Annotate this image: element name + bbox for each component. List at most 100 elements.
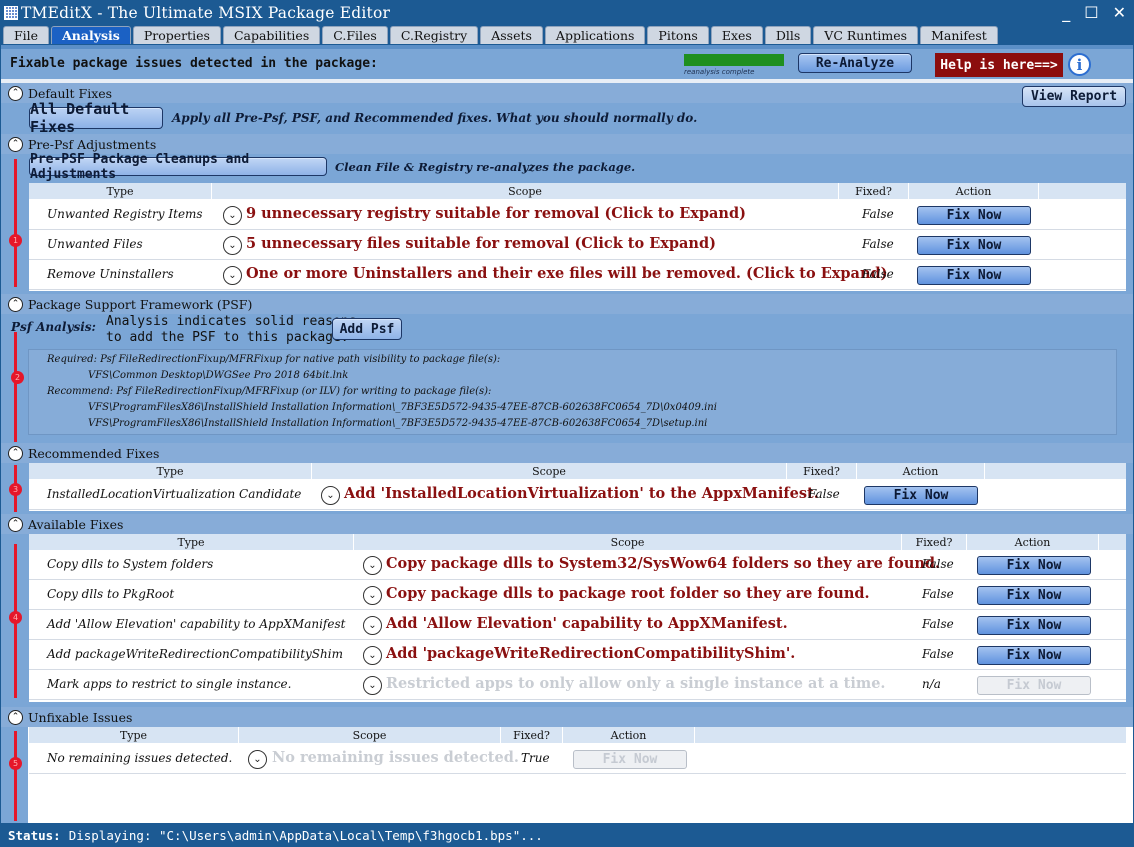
row-scope[interactable]: Add 'packageWriteRedirectionCompatibilit… (386, 645, 795, 662)
psf-line: Required: Psf FileRedirectionFixup/MFRFi… (47, 354, 501, 365)
chevron-down-icon[interactable]: ⌄ (363, 616, 382, 635)
chevron-down-icon[interactable]: ⌄ (363, 586, 382, 605)
tab-cfiles[interactable]: C.Files (322, 26, 388, 44)
chevron-up-icon[interactable]: ⌃ (8, 85, 23, 101)
tab-cregistry[interactable]: C.Registry (389, 26, 479, 44)
tab-exes[interactable]: Exes (710, 26, 763, 44)
tab-pitons[interactable]: Pitons (647, 26, 709, 44)
title-bar: TMEditX - The Ultimate MSIX Package Edit… (0, 0, 1134, 25)
row-scope[interactable]: One or more Uninstallers and their exe f… (246, 265, 888, 282)
section-available: ⌃ Available Fixes (1, 514, 1133, 534)
marker-line (14, 731, 17, 821)
fix-now-button[interactable]: Fix Now (917, 206, 1031, 225)
psf-line: VFS\ProgramFilesX86\InstallShield Instal… (88, 402, 717, 413)
chevron-down-icon[interactable]: ⌄ (363, 556, 382, 575)
section-default-fixes: ⌃ Default Fixes (1, 83, 1133, 103)
tab-analysis[interactable]: Analysis (51, 26, 131, 44)
row-scope[interactable]: Copy package dlls to package root folder… (386, 585, 870, 602)
chevron-down-icon[interactable]: ⌄ (223, 266, 242, 285)
maximize-button[interactable]: ☐ (1084, 3, 1098, 22)
marker-line (14, 159, 17, 287)
col-type: Type (29, 534, 354, 550)
pre-psf-table: Type Scope Fixed? Action Unwanted Regist… (29, 183, 1126, 291)
tab-assets[interactable]: Assets (480, 26, 543, 44)
table-row: Copy dlls to PkgRoot ⌄ Copy package dlls… (29, 580, 1126, 610)
tab-capabilities[interactable]: Capabilities (222, 26, 321, 44)
section-title: Default Fixes (28, 85, 113, 101)
table-row: Unwanted Files ⌄ 5 unnecessary files sui… (29, 230, 1126, 260)
psf-line: VFS\Common Desktop\DWGSee Pro 2018 64bit… (88, 370, 349, 381)
tab-applications[interactable]: Applications (544, 26, 646, 44)
analysis-panel: Fixable package issues detected in the p… (1, 45, 1133, 826)
row-fixed: True (521, 751, 550, 765)
row-type: InstalledLocationVirtualization Candidat… (47, 487, 302, 501)
unfixable-body: 5 Type Scope Fixed? Action No remaining … (1, 727, 1133, 826)
chevron-down-icon[interactable]: ⌄ (223, 236, 242, 255)
tab-properties[interactable]: Properties (132, 26, 221, 44)
tab-manifest[interactable]: Manifest (920, 26, 998, 44)
add-psf-button[interactable]: Add Psf (332, 318, 402, 340)
reanalysis-progress-bar (684, 54, 784, 66)
status-bar: Status: Displaying: "C:\Users\admin\AppD… (0, 823, 1134, 847)
chevron-up-icon[interactable]: ⌃ (8, 445, 23, 461)
reanalyze-button[interactable]: Re-Analyze (798, 53, 912, 73)
tab-vc-runtimes[interactable]: VC Runtimes (813, 26, 919, 44)
info-icon[interactable]: i (1068, 53, 1091, 76)
col-fixed: Fixed? (501, 727, 563, 743)
tab-file[interactable]: File (3, 26, 50, 44)
help-button[interactable]: Help is here==> (935, 53, 1063, 77)
marker-badge: 3 (9, 483, 22, 496)
chevron-down-icon[interactable]: ⌄ (248, 750, 267, 769)
chevron-down-icon[interactable]: ⌄ (321, 486, 340, 505)
pre-psf-cleanup-button[interactable]: Pre-PSF Package Cleanups and Adjustments (29, 152, 327, 182)
row-scope[interactable]: 5 unnecessary files suitable for removal… (246, 235, 716, 252)
close-button[interactable]: ✕ (1113, 3, 1126, 22)
chevron-up-icon[interactable]: ⌃ (8, 136, 23, 152)
row-scope[interactable]: Add 'InstalledLocationVirtualization' to… (344, 485, 819, 502)
progress-text: reanalysis complete (684, 68, 755, 76)
fix-now-button[interactable]: Fix Now (977, 556, 1091, 575)
fix-now-button[interactable]: Fix Now (977, 616, 1091, 635)
fix-now-button[interactable]: Fix Now (917, 266, 1031, 285)
section-unfixable: ⌃ Unfixable Issues (1, 707, 1133, 727)
marker-badge: 1 (9, 234, 22, 247)
fix-now-button[interactable]: Fix Now (977, 586, 1091, 605)
chevron-up-icon[interactable]: ⌃ (8, 709, 23, 725)
fix-now-button: Fix Now (573, 750, 687, 769)
recommended-table: Type Scope Fixed? Action InstalledLocati… (29, 463, 1126, 511)
unfixable-table: Type Scope Fixed? Action No remaining is… (29, 727, 1126, 775)
fix-now-button: Fix Now (977, 676, 1091, 695)
table-row: Add 'Allow Elevation' capability to AppX… (29, 610, 1126, 640)
chevron-up-icon[interactable]: ⌃ (8, 296, 23, 312)
chevron-up-icon[interactable]: ⌃ (8, 516, 23, 532)
chevron-down-icon[interactable]: ⌄ (223, 206, 242, 225)
psf-body: 2 Psf Analysis: Analysis indicates solid… (1, 314, 1133, 443)
row-scope[interactable]: Add 'Allow Elevation' capability to AppX… (386, 615, 788, 632)
status-text: Displaying: "C:\Users\admin\AppData\Loca… (68, 827, 543, 843)
row-fixed: False (922, 587, 954, 601)
fix-now-button[interactable]: Fix Now (864, 486, 978, 505)
row-type: Mark apps to restrict to single instance… (47, 677, 292, 691)
chevron-down-icon[interactable]: ⌄ (363, 676, 382, 695)
row-type: No remaining issues detected. (47, 751, 233, 765)
tab-bar: File Analysis Properties Capabilities C.… (0, 25, 1134, 44)
row-fixed: False (922, 617, 954, 631)
marker-line (14, 332, 17, 442)
table-row: Remove Uninstallers ⌄ One or more Uninst… (29, 260, 1126, 290)
row-type: Unwanted Files (47, 237, 143, 251)
fix-now-button[interactable]: Fix Now (977, 646, 1091, 665)
issues-heading: Fixable package issues detected in the p… (10, 56, 378, 71)
row-scope[interactable]: Copy package dlls to System32/SysWow64 f… (386, 555, 940, 572)
all-default-fixes-button[interactable]: All Default Fixes (29, 100, 163, 136)
view-report-button[interactable]: View Report (1022, 86, 1126, 107)
minimize-button[interactable]: _ (1062, 3, 1070, 22)
col-fixed: Fixed? (902, 534, 967, 550)
col-scope: Scope (239, 727, 501, 743)
col-action: Action (563, 727, 695, 743)
tab-dlls[interactable]: Dlls (764, 26, 812, 44)
chevron-down-icon[interactable]: ⌄ (363, 646, 382, 665)
row-scope[interactable]: 9 unnecessary registry suitable for remo… (246, 205, 746, 222)
col-scope: Scope (354, 534, 902, 550)
fix-now-button[interactable]: Fix Now (917, 236, 1031, 255)
app-window: TMEditX - The Ultimate MSIX Package Edit… (0, 0, 1134, 847)
